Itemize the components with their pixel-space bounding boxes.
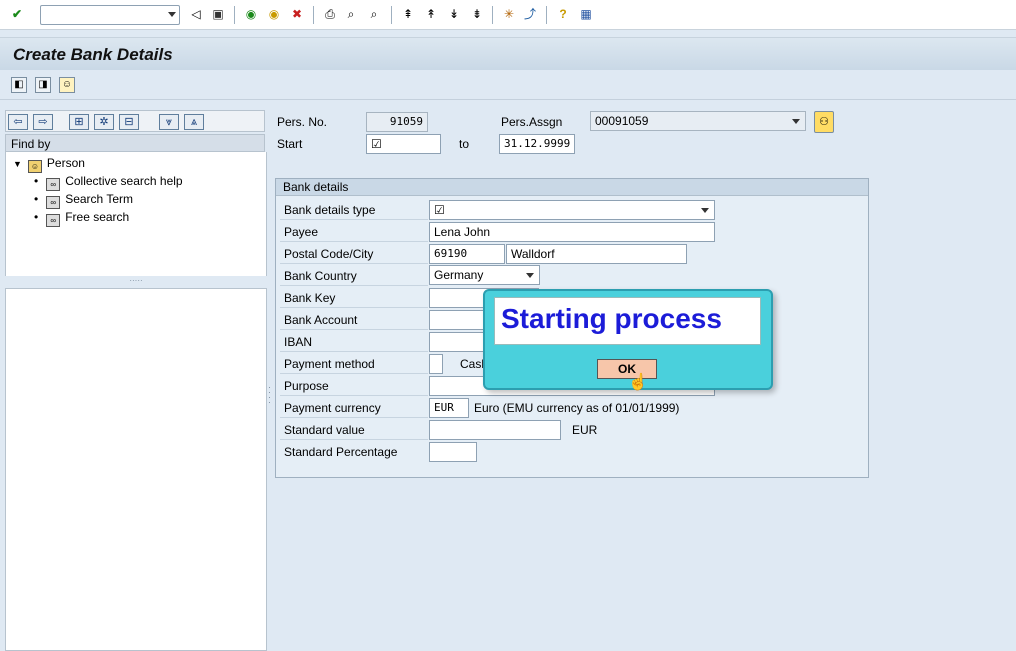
person-icon[interactable]: ☺ — [59, 77, 75, 93]
standard-percentage-label: Standard Percentage — [284, 445, 398, 459]
horizontal-splitter[interactable]: ····· — [5, 276, 267, 286]
pers-assgn-label: Pers.Assgn — [501, 115, 563, 129]
cancel-icon[interactable]: ✖ — [289, 6, 305, 22]
bank-details-type-select[interactable]: ☑ — [429, 200, 715, 220]
org-structure-button[interactable]: ⚇ — [814, 111, 834, 133]
find-by-header: Find by — [5, 134, 265, 152]
start-label: Start — [277, 137, 303, 151]
bank-country-label: Bank Country — [280, 266, 428, 286]
arrow-right-icon[interactable]: ⇨ — [33, 114, 53, 130]
payee-field[interactable]: Lena John — [429, 222, 715, 242]
pers-assgn-select[interactable]: 00091059 — [590, 111, 806, 131]
standard-value-label: Standard value — [280, 420, 428, 440]
pers-no-field: 91059 — [366, 112, 428, 132]
hit-list-panel — [5, 288, 267, 651]
object-manager-toolbar: ⇦ ⇨ ⊞ ✲ ⊟ ⩔ ⩓ — [5, 110, 265, 132]
prev-page-icon[interactable]: ↟ — [423, 6, 439, 22]
previous-record-icon[interactable]: ◧ — [11, 77, 27, 93]
start-date-field[interactable]: ☑ — [366, 134, 441, 154]
next-record-icon[interactable]: ◨ — [35, 77, 51, 93]
search-tree: ▼ ☺ Person • ∞ Collective search help • ∞ Sear… — [5, 152, 267, 276]
pers-no-label: Pers. No. — [277, 115, 328, 129]
payment-currency-label: Payment currency — [280, 398, 428, 418]
layout-icon[interactable]: ▦ — [578, 6, 594, 22]
chevron-down-icon[interactable] — [792, 119, 800, 124]
iban-label: IBAN — [280, 332, 428, 352]
next-page-icon[interactable]: ↡ — [446, 6, 462, 22]
ok-button[interactable]: OK — [597, 359, 657, 379]
back-icon[interactable]: ◁ — [188, 6, 204, 22]
tree-item[interactable]: • ∞ Free search — [34, 208, 129, 227]
toolbar-separator — [546, 6, 547, 24]
toolbar-separator — [391, 6, 392, 24]
check-icon[interactable]: ✔ — [9, 6, 25, 22]
expand-icon[interactable]: ⩔ — [159, 114, 179, 130]
binoculars-icon: ∞ — [46, 214, 61, 227]
payment-currency-field[interactable]: EUR — [429, 398, 469, 418]
arrow-left-icon[interactable]: ⇦ — [8, 114, 28, 130]
postal-code-field[interactable]: 69190 — [429, 244, 505, 264]
first-page-icon[interactable]: ⇞ — [400, 6, 416, 22]
select-all-icon[interactable]: ✲ — [94, 114, 114, 130]
popup-message: Starting process — [501, 303, 722, 334]
caret-down-icon[interactable]: ▼ — [13, 159, 22, 169]
exit-icon[interactable]: ◉ — [243, 6, 259, 22]
payment-method-field[interactable] — [429, 354, 443, 374]
save-icon[interactable]: ▣ — [210, 6, 226, 22]
payment-method-label: Payment method — [280, 354, 428, 374]
navigate-up-icon[interactable]: ◉ — [266, 6, 282, 22]
help-icon[interactable]: ? — [555, 6, 571, 22]
payee-label: Payee — [280, 222, 428, 242]
standard-value-unit: EUR — [572, 423, 598, 437]
chevron-down-icon[interactable] — [526, 273, 534, 278]
purpose-label: Purpose — [280, 376, 428, 396]
currency-description: Euro (EMU currency as of 01/01/1999) — [474, 401, 680, 415]
toolbar-separator — [313, 6, 314, 24]
new-session-icon[interactable]: ✳ — [501, 6, 517, 22]
system-toolbar: ✔ ◁ ▣ ◉ ◉ ✖ ⎙ ⌕ ⌕ ⇞ ↟ ↡ ⇟ ✳ ⤴ ? ▦ — [0, 0, 1016, 30]
end-date-field[interactable]: 31.12.9999 — [499, 134, 575, 154]
select-icon[interactable]: ⊞ — [69, 114, 89, 130]
collapse-icon[interactable]: ⩓ — [184, 114, 204, 130]
tree-node-person[interactable]: ▼ ☺ Person — [13, 154, 85, 173]
bank-key-label: Bank Key — [280, 288, 428, 308]
find-icon[interactable]: ⌕ — [343, 6, 359, 22]
last-page-icon[interactable]: ⇟ — [469, 6, 485, 22]
vertical-splitter[interactable] — [268, 106, 274, 651]
page-title: Create Bank Details — [13, 45, 173, 64]
bank-account-label: Bank Account — [280, 310, 428, 330]
chevron-down-icon[interactable] — [701, 208, 709, 213]
postal-city-label: Postal Code/City — [280, 244, 428, 264]
command-field[interactable] — [40, 5, 180, 25]
tree-item[interactable]: • ∞ Collective search help — [34, 172, 183, 191]
title-bar: Create Bank Details — [0, 37, 1016, 70]
standard-percentage-field[interactable] — [429, 442, 477, 462]
to-label: to — [459, 137, 470, 151]
city-field[interactable]: Walldorf — [506, 244, 687, 264]
splitter-grip[interactable]: · · · · — [268, 383, 272, 407]
print-icon[interactable]: ⎙ — [322, 6, 338, 22]
bank-details-type-label: Bank details type — [280, 200, 428, 220]
chevron-down-icon[interactable] — [168, 12, 176, 17]
find-next-icon[interactable]: ⌕ — [366, 6, 382, 22]
hand-cursor-icon: ☝ — [628, 374, 648, 391]
shortcut-icon[interactable]: ⤴ — [522, 6, 538, 22]
tree-item[interactable]: • ∞ Search Term — [34, 190, 133, 209]
toolbar-separator — [492, 6, 493, 24]
toolbar-separator — [234, 6, 235, 24]
bank-details-title: Bank details — [276, 179, 868, 196]
bank-country-select[interactable]: Germany — [429, 265, 540, 285]
object-manager-panel: ⇦ ⇨ ⊞ ✲ ⊟ ⩔ ⩓ Find by ▼ ☺ Person • ∞ Collect… — [0, 106, 268, 651]
application-toolbar: ◧ ◨ ☺ — [0, 70, 1016, 100]
deselect-icon[interactable]: ⊟ — [119, 114, 139, 130]
standard-value-field[interactable] — [429, 420, 561, 440]
